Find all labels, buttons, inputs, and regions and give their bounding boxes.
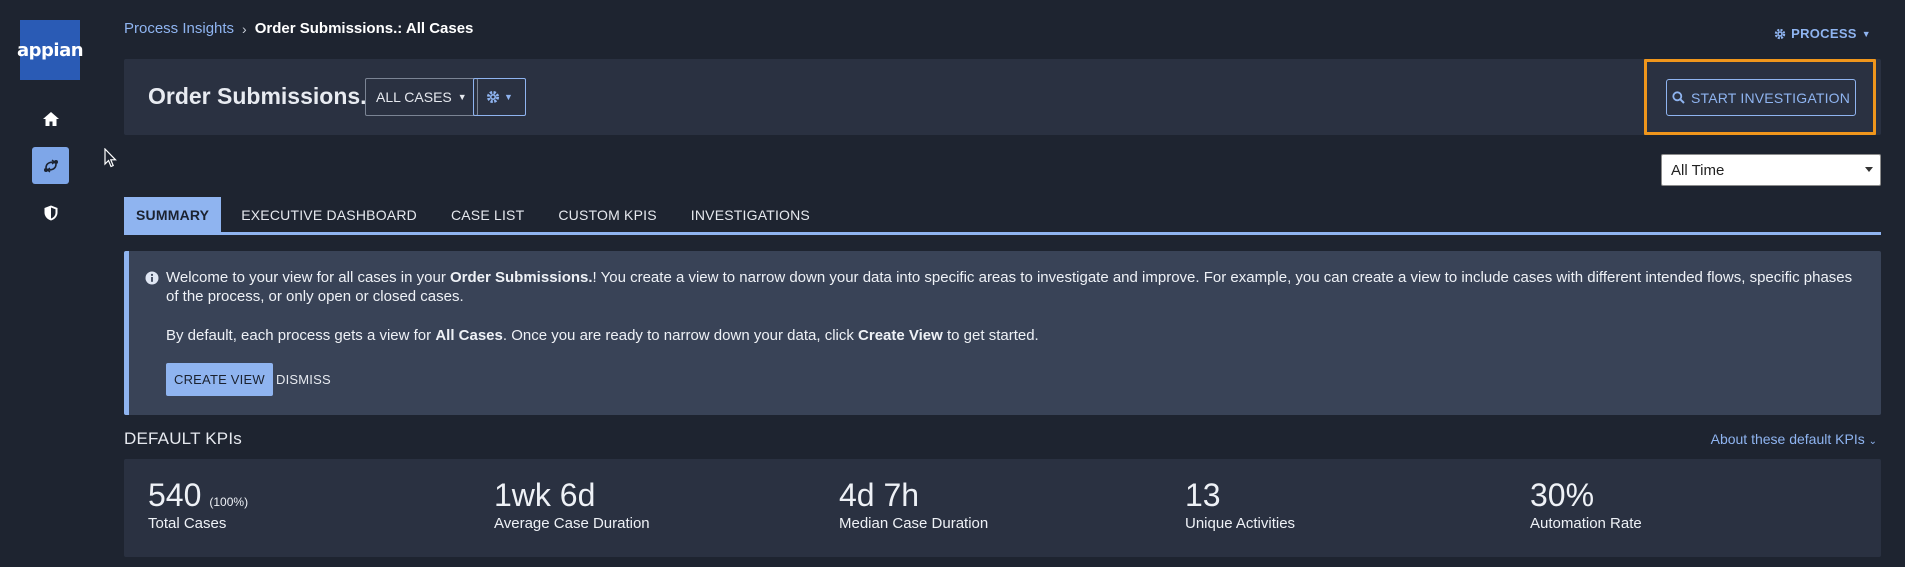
chevron-down-icon: ⌄: [1868, 436, 1877, 447]
settings-dropdown[interactable]: ▼: [473, 78, 526, 116]
caret-down-icon: ▼: [1861, 28, 1871, 39]
info-message-intro: Welcome to your view for all cases in yo…: [166, 269, 1853, 305]
breadcrumb: Process Insights › Order Submissions.: A…: [124, 20, 473, 37]
tab-executive-dashboard[interactable]: EXECUTIVE DASHBOARD: [229, 197, 429, 232]
caret-down-icon: [1865, 167, 1873, 172]
kpi-label: Median Case Duration: [839, 515, 989, 532]
tab-investigations[interactable]: INVESTIGATIONS: [679, 197, 822, 232]
kpi-card: 540 (100%) Total Cases 1wk 6d Average Cas…: [124, 459, 1881, 557]
page-title: Order Submissions.: [148, 83, 367, 109]
search-icon: [1672, 91, 1685, 104]
kpi-label: Automation Rate: [1530, 515, 1642, 532]
view-dropdown[interactable]: ALL CASES ▼: [365, 78, 478, 116]
tab-custom-kpis[interactable]: CUSTOM KPIS: [546, 197, 668, 232]
time-range-value: All Time: [1671, 161, 1725, 179]
kpi-average-duration: 1wk 6d Average Case Duration: [494, 477, 650, 532]
info-banner: Welcome to your view for all cases in yo…: [124, 251, 1881, 415]
time-range-select[interactable]: All Time: [1661, 154, 1881, 186]
kpi-value: 4d 7h: [839, 477, 920, 513]
kpi-value: 13: [1185, 477, 1221, 513]
kpi-percent: (100%): [209, 495, 249, 509]
security-button[interactable]: [32, 194, 69, 231]
create-view-button[interactable]: CREATE VIEW: [166, 363, 273, 396]
process-menu[interactable]: PROCESS ▼: [1774, 26, 1871, 41]
start-investigation-label: START INVESTIGATION: [1690, 89, 1851, 106]
kpi-median-duration: 4d 7h Median Case Duration: [839, 477, 988, 532]
default-kpis-heading: DEFAULT KPIs: [124, 429, 242, 448]
kpi-total-cases: 540 (100%) Total Cases: [148, 477, 248, 532]
breadcrumb-current: Order Submissions.: All Cases: [254, 20, 474, 37]
gear-icon: [1774, 28, 1786, 39]
tab-bar: SUMMARY EXECUTIVE DASHBOARD CASE LIST CU…: [124, 197, 1881, 235]
start-investigation-button[interactable]: START INVESTIGATION: [1666, 79, 1856, 116]
home-button[interactable]: [32, 100, 69, 137]
about-kpis-link[interactable]: About these default KPIs ⌄: [1711, 431, 1877, 447]
gear-icon: [486, 90, 500, 104]
kpi-automation-rate: 30% Automation Rate: [1530, 477, 1642, 532]
tab-summary[interactable]: SUMMARY: [124, 197, 222, 232]
caret-down-icon: ▼: [457, 92, 467, 102]
kpi-value: 1wk 6d: [494, 477, 596, 513]
page-header-card: Order Submissions. ALL CASES ▼ ▼: [124, 59, 1881, 135]
process-menu-label: PROCESS: [1791, 26, 1857, 41]
process-flow-icon: [43, 158, 58, 173]
mouse-cursor-icon: [104, 148, 117, 168]
info-icon: [145, 271, 159, 285]
about-kpis-label: About these default KPIs: [1710, 431, 1865, 447]
kpi-value: 30%: [1530, 477, 1595, 513]
kpi-label: Average Case Duration: [494, 515, 650, 532]
shield-icon: [44, 205, 57, 220]
kpi-label: Total Cases: [148, 515, 227, 532]
view-dropdown-label: ALL CASES: [376, 89, 452, 105]
tab-case-list[interactable]: CASE LIST: [439, 197, 536, 232]
dismiss-button[interactable]: DISMISS: [276, 372, 331, 387]
breadcrumb-process-insights[interactable]: Process Insights: [124, 20, 234, 37]
info-message-default: By default, each process gets a view for…: [166, 327, 1039, 344]
home-icon: [42, 111, 59, 126]
kpi-label: Unique Activities: [1185, 515, 1296, 532]
caret-down-icon: ▼: [504, 92, 513, 102]
appian-logo[interactable]: appian: [17, 20, 84, 80]
chevron-right-icon: ›: [242, 20, 247, 37]
left-nav-rail: appian: [0, 0, 100, 567]
process-button[interactable]: [32, 147, 69, 184]
kpi-unique-activities: 13 Unique Activities: [1185, 477, 1295, 532]
kpi-value: 540: [148, 477, 202, 513]
